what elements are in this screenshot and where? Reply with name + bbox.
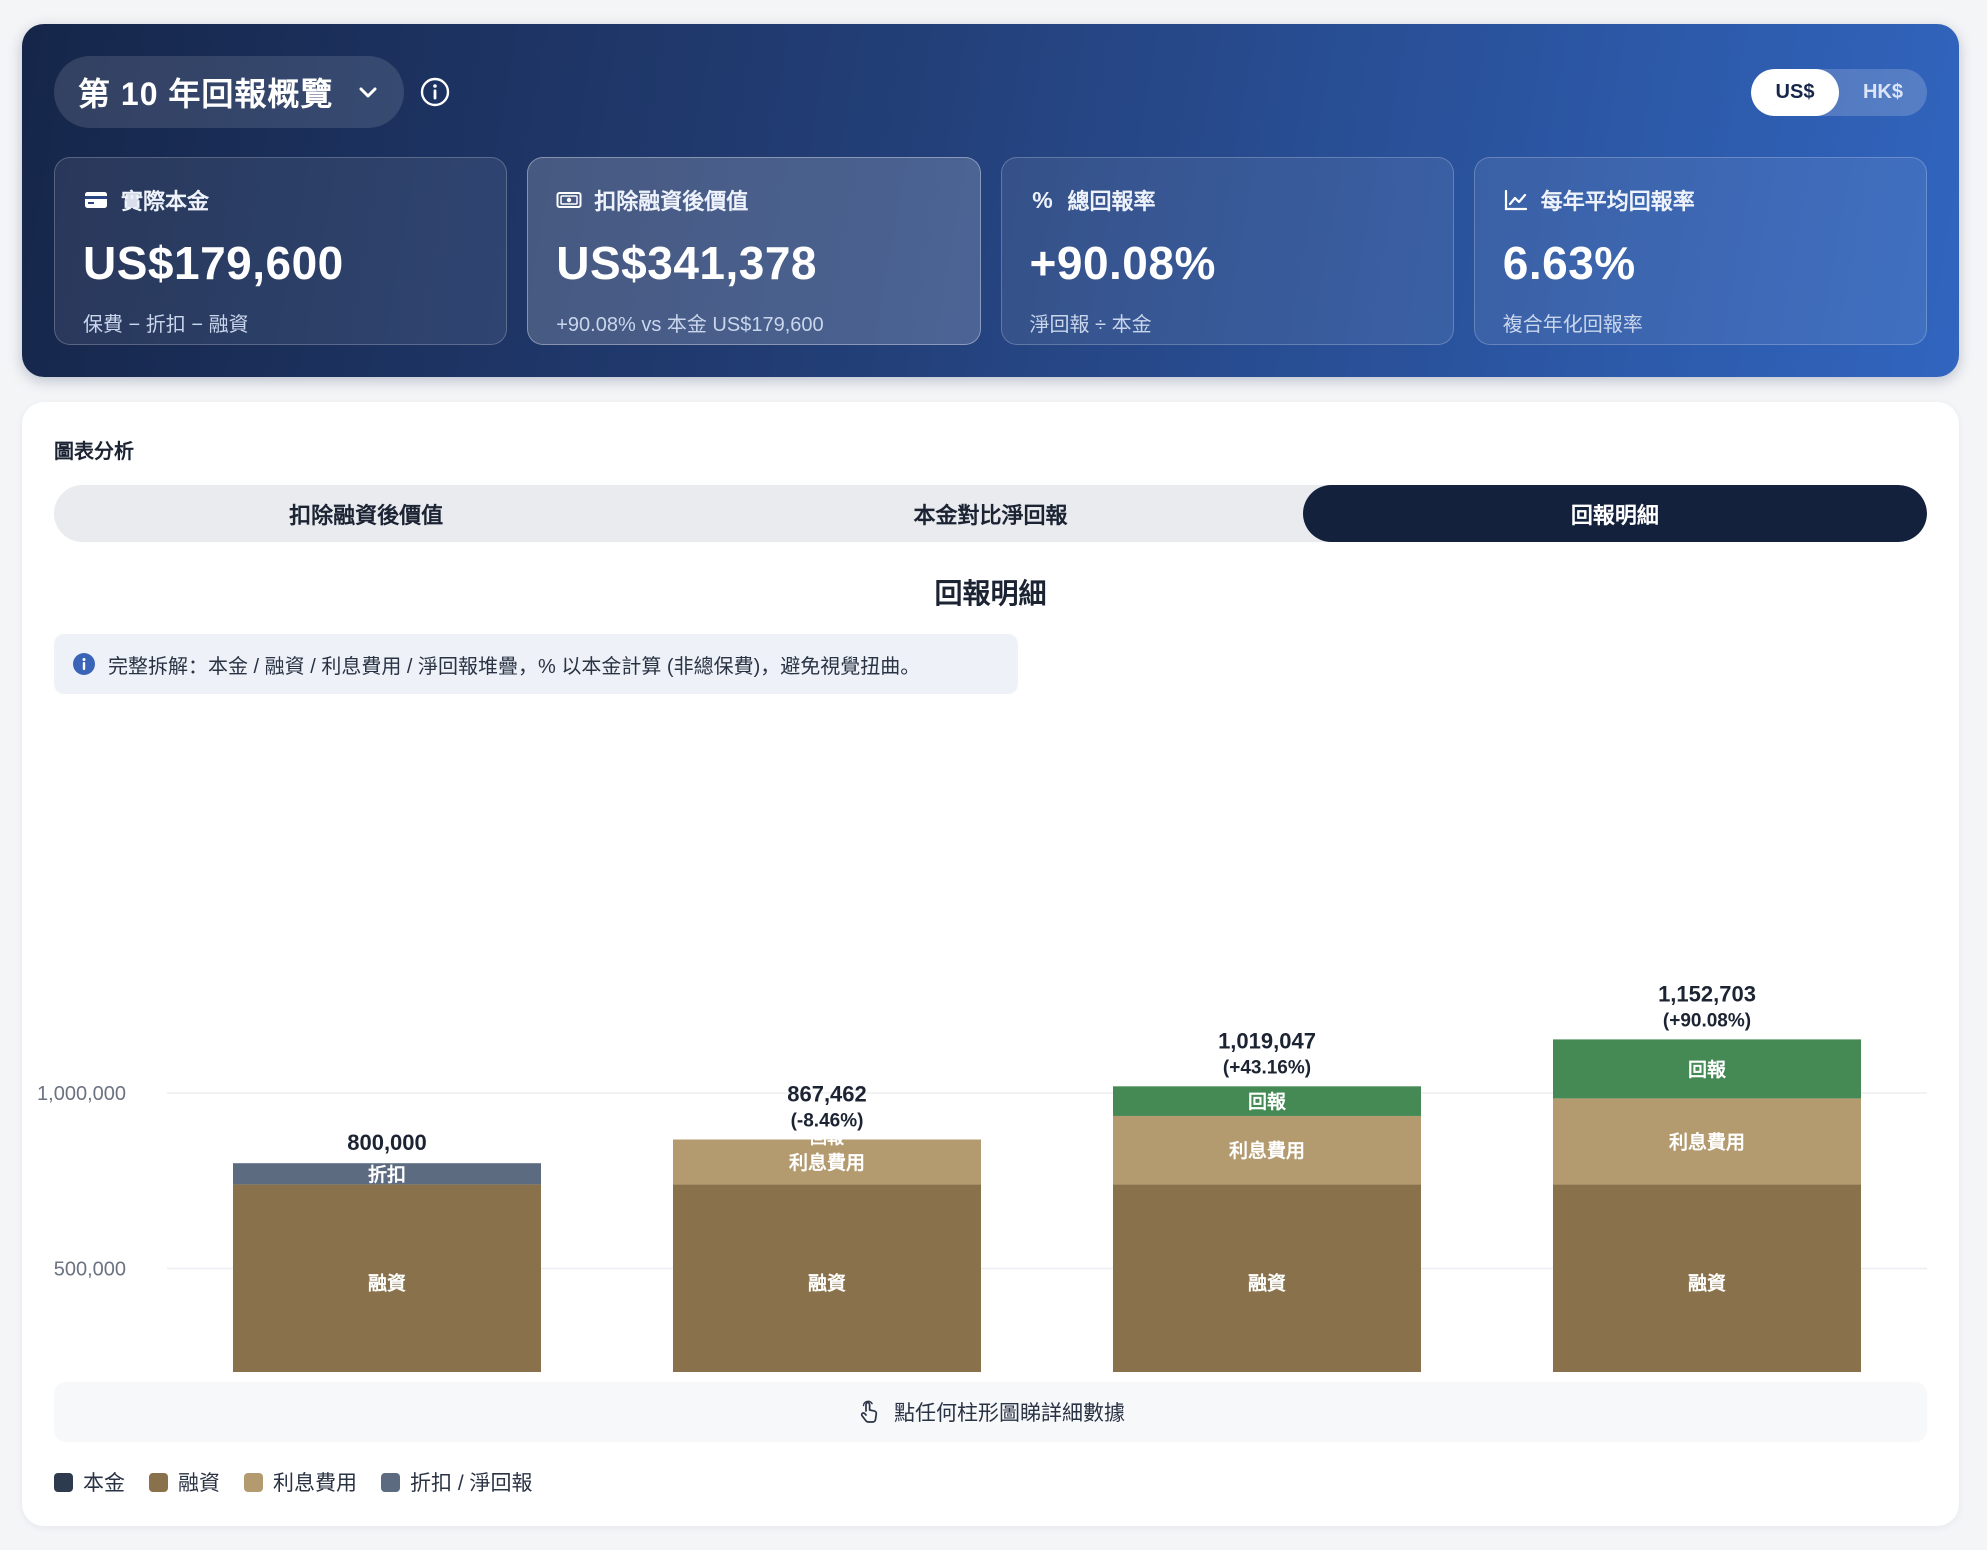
info-note: 完整拆解：本金 / 融資 / 利息費用 / 淨回報堆疊，% 以本金計算 (非總保… bbox=[54, 634, 1018, 694]
percent-icon: % bbox=[1032, 186, 1053, 213]
bar-total-label: 800,000 bbox=[347, 1130, 427, 1155]
bar-segment-label: 回報 bbox=[1688, 1058, 1727, 1081]
chart-legend: 本金 融資 利息費用 折扣 / 淨回報 bbox=[54, 1467, 533, 1497]
bar-pct-label: (+43.16%) bbox=[1223, 1057, 1311, 1078]
chart-panel: 圖表分析 扣除融資後價值 本金對比淨回報 回報明細 回報明細 完整拆解：本金 /… bbox=[22, 402, 1959, 1526]
stat-value: US$179,600 bbox=[83, 237, 344, 289]
bar-total-label: 1,152,703 bbox=[1658, 981, 1756, 1006]
legend-swatch bbox=[149, 1472, 168, 1492]
overview-header: 第 10 年回報概覽 US$ HK$ 實際本金 US$179,600 保費 − … bbox=[22, 24, 1959, 377]
tab-principal-vs-return[interactable]: 本金對比淨回報 bbox=[678, 485, 1302, 542]
period-dropdown[interactable]: 第 10 年回報概覽 bbox=[54, 56, 404, 128]
credit-card-icon bbox=[85, 192, 107, 208]
banknote-icon bbox=[556, 192, 582, 208]
stat-card-annual-return[interactable]: 每年平均回報率 6.63% 複合年化回報率 bbox=[1473, 157, 1927, 345]
bar-segment-label: 折扣 bbox=[368, 1163, 406, 1186]
stat-card-net-value[interactable]: 扣除融資後價值 US$341,378 +90.08% vs 本金 US$179,… bbox=[527, 157, 981, 345]
legend-item-principal: 本金 bbox=[54, 1467, 125, 1497]
bar-pct-label: (-8.46%) bbox=[791, 1111, 864, 1132]
legend-label: 本金 bbox=[83, 1472, 125, 1495]
stat-value: +90.08% bbox=[1029, 237, 1216, 289]
stat-card-principal[interactable]: 實際本金 US$179,600 保費 − 折扣 − 融資 bbox=[54, 157, 508, 345]
y-tick-label: 1,000,000 bbox=[37, 1083, 126, 1105]
stat-value: US$341,378 bbox=[556, 237, 818, 289]
bar-pct-label: (+90.08%) bbox=[1663, 1010, 1751, 1031]
legend-item-interest: 利息費用 bbox=[244, 1467, 357, 1497]
stat-subtext: 複合年化回報率 bbox=[1502, 314, 1643, 336]
legend-item-financing: 融資 bbox=[149, 1467, 220, 1497]
legend-swatch bbox=[244, 1472, 263, 1492]
currency-hkd-button[interactable]: HK$ bbox=[1839, 69, 1927, 116]
bar-segment-label: 融資 bbox=[1248, 1272, 1286, 1295]
stat-label: 扣除融資後價值 bbox=[594, 189, 749, 214]
bar-segment-label: 融資 bbox=[368, 1272, 406, 1295]
tap-hand-icon bbox=[860, 1400, 878, 1423]
bar-total-label: 1,019,047 bbox=[1218, 1028, 1316, 1053]
currency-toggle: US$ HK$ bbox=[1751, 69, 1927, 116]
stat-label: 實際本金 bbox=[121, 189, 210, 214]
panel-title: 圖表分析 bbox=[54, 441, 134, 463]
chevron-down-icon bbox=[359, 87, 377, 98]
legend-swatch bbox=[54, 1472, 73, 1492]
legend-label: 融資 bbox=[178, 1472, 220, 1495]
bar-segment-label: 利息費用 bbox=[1669, 1130, 1745, 1153]
stat-card-total-return[interactable]: % 總回報率 +90.08% 淨回報 ÷ 本金 bbox=[1000, 157, 1454, 345]
currency-usd-button[interactable]: US$ bbox=[1751, 69, 1839, 116]
legend-label: 利息費用 bbox=[273, 1472, 357, 1495]
bar-segment-label: 融資 bbox=[808, 1272, 846, 1295]
stat-subtext: 淨回報 ÷ 本金 bbox=[1029, 314, 1152, 336]
chart-title: 回報明細 bbox=[934, 578, 1047, 609]
bar-segment-label: 融資 bbox=[1688, 1272, 1726, 1295]
stat-label: 每年平均回報率 bbox=[1540, 189, 1695, 214]
stacked-bar-chart: 0500,0001,000,000本金融資折扣800,000第 0 年本金融資利… bbox=[37, 981, 1927, 1372]
legend-item-discount-return: 折扣 / 淨回報 bbox=[381, 1467, 533, 1497]
stats-row: 實際本金 US$179,600 保費 − 折扣 − 融資 扣除融資後價值 US$… bbox=[54, 157, 1927, 345]
stat-subtext: +90.08% vs 本金 US$179,600 bbox=[556, 314, 824, 336]
tab-return-breakdown[interactable]: 回報明細 bbox=[1302, 485, 1927, 542]
chart-tabs: 扣除融資後價值 本金對比淨回報 回報明細 bbox=[54, 485, 1927, 542]
bar-segment-label: 利息費用 bbox=[789, 1151, 865, 1174]
legend-label: 折扣 / 淨回報 bbox=[410, 1472, 533, 1495]
tap-hint: 點任何柱形圖睇詳細數據 bbox=[54, 1382, 1927, 1442]
period-label: 第 10 年回報概覽 bbox=[78, 76, 334, 112]
legend-swatch bbox=[381, 1472, 400, 1492]
y-tick-label: 500,000 bbox=[54, 1259, 126, 1281]
trend-up-icon bbox=[1504, 189, 1527, 211]
stat-label: 總回報率 bbox=[1067, 189, 1156, 214]
bar-segment-label: 利息費用 bbox=[1229, 1139, 1305, 1162]
stat-value: 6.63% bbox=[1502, 237, 1636, 289]
tap-hint-text: 點任何柱形圖睇詳細數據 bbox=[894, 1402, 1125, 1425]
bar-segment-label: 回報 bbox=[1248, 1090, 1287, 1113]
stat-subtext: 保費 − 折扣 − 融資 bbox=[83, 314, 249, 336]
info-icon[interactable] bbox=[419, 76, 451, 108]
bar-total-label: 867,462 bbox=[787, 1082, 867, 1107]
info-filled-icon bbox=[73, 653, 95, 675]
info-note-text: 完整拆解：本金 / 融資 / 利息費用 / 淨回報堆疊，% 以本金計算 (非總保… bbox=[108, 655, 921, 678]
tab-net-value[interactable]: 扣除融資後價值 bbox=[54, 485, 678, 542]
